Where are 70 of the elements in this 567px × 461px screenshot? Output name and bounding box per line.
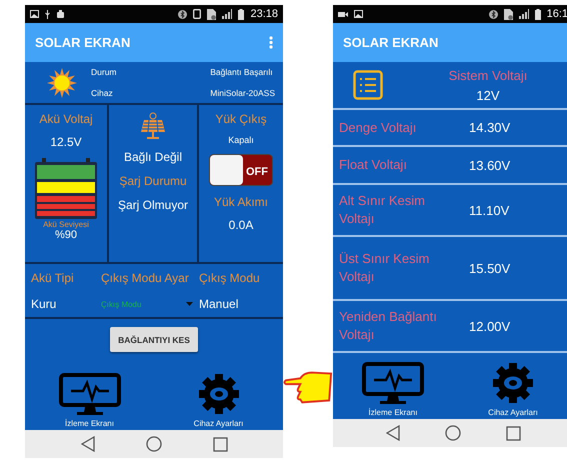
more-options-icon [269,36,273,49]
column-header: Çıkış Modu [199,270,261,284]
usb-icon [45,10,50,18]
pointing-hand-icon [283,370,333,404]
load-current: 0.0A [228,218,254,232]
column-header: Çıkış Modu Ayar [101,270,190,284]
status-time: 23:18 [250,8,278,20]
output-mode: Manuel [199,297,240,311]
disconnect-button[interactable]: BAĞLANTIYI KES [110,327,198,352]
sun-icon [46,66,78,98]
dropdown-caret-icon [186,302,193,306]
system-voltage-value: 12V [476,88,500,104]
setting-label: Float Voltajı [339,156,408,174]
battery-percent: %90 [54,229,77,241]
home-icon [444,425,460,441]
load-current-title: Yük Akımı [214,195,268,209]
setting-label: Yeniden Bağlantı Voltajı [339,308,438,344]
battery-voltage: 12.5V [50,135,82,149]
info-label: Durum [91,67,118,78]
phone-icon [193,9,202,19]
toggle-switch[interactable]: OFF [209,154,273,186]
setting-label: Üst Sınır Kesim Voltajı [339,250,430,286]
list-icon [353,70,383,100]
load-output-title: Yük Çıkış [215,112,267,126]
battery-voltage-title: Akü Voltaj [39,112,93,126]
info-value: MiniSolar-20ASS [210,88,275,98]
image-icon [354,10,363,18]
nav-label[interactable]: Cihaz Ayarları [488,408,538,417]
nav-label[interactable]: İzleme Ekranı [65,419,114,428]
video-camera-icon [338,10,348,18]
nav-label[interactable]: İzleme Ekranı [368,408,418,417]
battery-icon [238,8,244,20]
load-output-state: Kapalı [228,135,254,145]
info-value: Bağlantı Başarılı [210,67,274,78]
signal-icon [222,9,232,19]
setting-label: Alt Sınır Kesim Voltajı [339,192,426,228]
solar-panel-icon [139,112,167,140]
monitor-icon[interactable] [58,373,120,415]
bluetooth-icon [488,10,498,18]
battery-level-label: Akü Seviyesi [43,220,89,229]
setting-label: Denge Voltajı [339,118,418,136]
sim-card-icon [504,8,513,20]
recent-apps-icon [212,436,228,452]
charge-status: Şarj Olmuyor [118,198,188,212]
back-icon [80,436,94,452]
robot-icon [56,10,65,18]
recent-apps-icon [506,426,520,440]
sim-card-icon [207,8,216,20]
charge-status-title: Şarj Durumu [119,174,187,188]
bluetooth-icon [178,10,188,18]
setting-value: 11.10V [469,202,510,218]
app-title: SOLAR EKRAN [35,35,132,50]
setting-value: 15.50V [469,260,512,276]
home-icon [146,436,162,452]
setting-value: 13.60V [469,158,512,172]
nav-label[interactable]: Cihaz Ayarları [194,419,244,428]
panel-status: Bağlı Değil [124,150,182,164]
battery-type: Kuru [31,297,58,311]
monitor-icon[interactable] [362,362,424,404]
setting-value: 12.00V [469,318,512,334]
signal-icon [518,9,529,19]
image-icon [30,10,39,18]
column-header: Akü Tipi [31,270,75,284]
system-voltage-label: Sistem Voltajı [448,66,528,84]
info-label: Cihaz [91,88,114,98]
battery-level-icon [34,158,98,220]
setting-value: 14.30V [469,120,512,135]
app-title: SOLAR EKRAN [343,35,440,50]
back-icon [386,425,400,441]
battery-icon [534,8,541,20]
